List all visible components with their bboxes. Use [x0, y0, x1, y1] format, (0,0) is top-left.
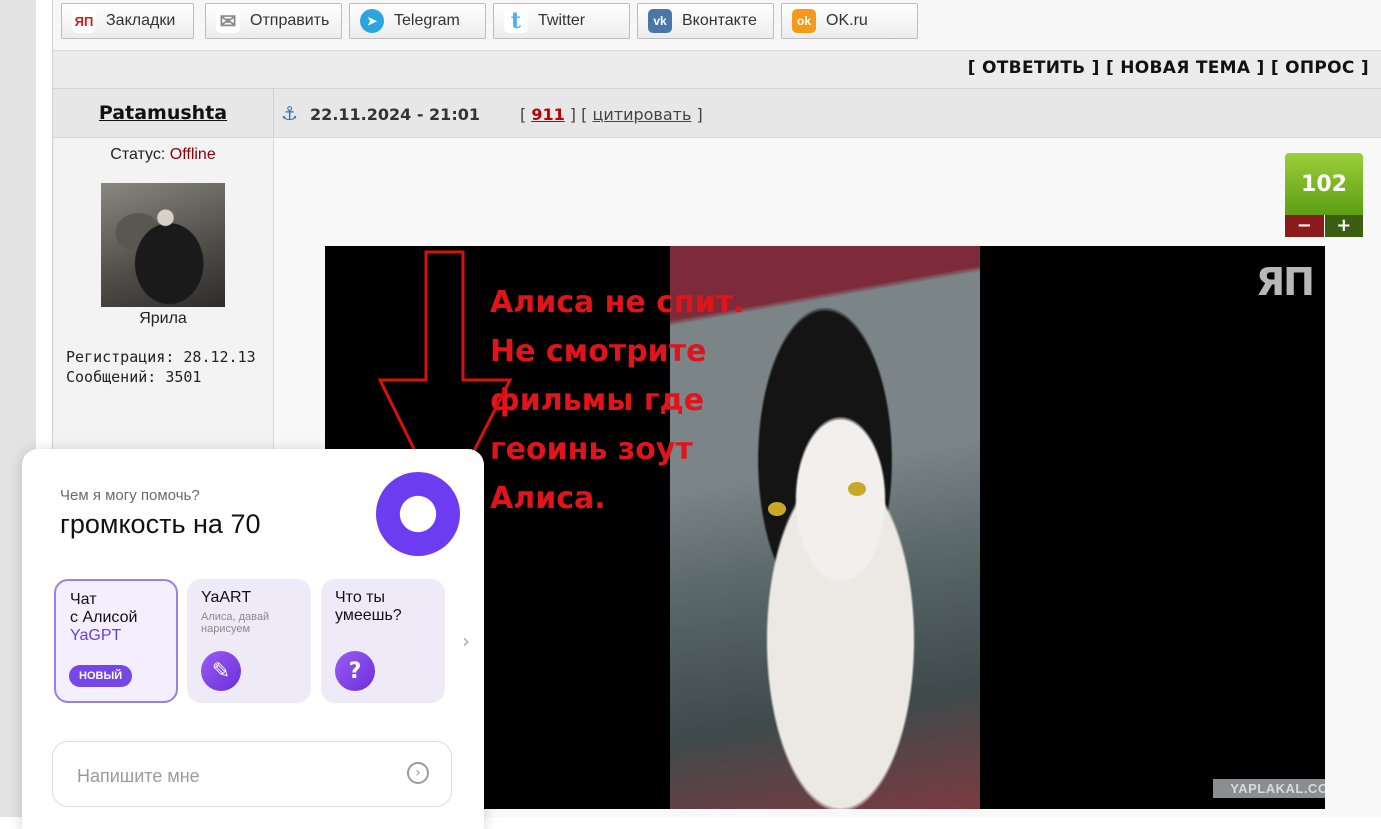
status-label: Статус: [110, 146, 166, 163]
caption-line: Не смотрите [490, 334, 707, 369]
share-button-label: Telegram [394, 12, 460, 29]
alice-assistant-panel: Чем я могу помочь? громкость на 70 Чат с… [22, 449, 484, 829]
card-chat-yagpt[interactable]: Чат с Алисой YaGPT НОВЫЙ [54, 579, 178, 703]
bracket-open: [ [519, 104, 532, 124]
send-arrow-icon[interactable]: › [407, 762, 429, 784]
avatar[interactable] [101, 183, 225, 307]
share-button-label: Twitter [538, 12, 586, 29]
card-title: Что ты умеешь? [335, 589, 402, 624]
author-status: Статус: Offline [53, 146, 273, 164]
card-yaart[interactable]: YaART Алиса, давай нарисуем ✎ [187, 579, 311, 703]
share-button-label: Отправить [250, 12, 330, 29]
cat-eye [848, 482, 866, 496]
chevron-right-icon[interactable]: › [462, 629, 470, 653]
twitter-icon: t [504, 8, 528, 34]
message-count: Сообщений: 3501 [66, 368, 202, 386]
alice-input-box: › [52, 741, 452, 807]
new-badge: НОВЫЙ [69, 665, 133, 687]
share-ok-button[interactable]: ok OK.ru [781, 3, 918, 39]
topic-action-bar: [ ОТВЕТИТЬ ] [ НОВАЯ ТЕМА ] [ ОПРОС ] [53, 51, 1381, 89]
yaplakal-watermark: YAPLAKAL.COM [1213, 779, 1325, 798]
question-icon: ? [335, 651, 375, 691]
post-date: 22.11.2024 - 21:01 [310, 104, 480, 124]
post-rating: 102 − + [1285, 153, 1363, 237]
video-overlay-caption: Алиса не спит. Не смотрите фильмы где ге… [490, 278, 780, 523]
rate-up-button[interactable]: + [1324, 215, 1363, 237]
post-number-link[interactable]: 911 [531, 105, 564, 124]
odnoklassniki-icon: ok [792, 9, 816, 33]
status-value: Offline [169, 146, 216, 163]
post-header: Patamushta ⚓ 22.11.2024 - 21:01 [ 911 ] … [53, 89, 1381, 138]
rating-controls: − + [1285, 215, 1363, 237]
rate-down-button[interactable]: − [1285, 215, 1325, 237]
yap-bookmark-icon: ЯП [72, 9, 96, 33]
alice-orb-icon[interactable] [376, 472, 460, 556]
topic-actions: [ ОТВЕТИТЬ ] [ НОВАЯ ТЕМА ] [ ОПРОС ] [968, 58, 1369, 78]
post-meta: ⚓ 22.11.2024 - 21:01 [ 911 ] [ цитироват… [281, 103, 703, 125]
alice-prompt: Чем я могу помочь? [60, 487, 200, 504]
magic-brush-icon: ✎ [201, 651, 241, 691]
yap-logo: ЯП [1255, 260, 1315, 304]
share-telegram-button[interactable]: ➤ Telegram [349, 3, 486, 39]
poll-link[interactable]: [ ОПРОС ] [1271, 58, 1369, 78]
card-accent: YaGPT [70, 627, 122, 644]
card-what-can-you-do[interactable]: Что ты умеешь? ? [321, 579, 445, 703]
caption-line: фильмы где [490, 383, 705, 418]
alice-message-input[interactable] [75, 760, 399, 792]
alice-recognized-query: громкость на 70 [60, 509, 261, 539]
telegram-icon: ➤ [360, 9, 384, 33]
caption-line: Алиса не спит. [490, 285, 745, 320]
share-bar: ЯП Закладки ✉ Отправить ➤ Telegram t Twi… [53, 0, 1381, 51]
share-email-button[interactable]: ✉ Отправить [205, 3, 342, 39]
caption-line: геоинь зоут [490, 432, 693, 467]
author-name-link[interactable]: Patamushta [99, 102, 227, 124]
registration-date: Регистрация: 28.12.13 [66, 348, 256, 366]
caption-line: Алиса. [490, 481, 606, 516]
bracket-separator: ] [ [564, 104, 593, 124]
reply-link[interactable]: [ ОТВЕТИТЬ ] [968, 58, 1100, 78]
card-title: Чат с Алисой [70, 591, 138, 626]
author-rank: Ярила [139, 310, 187, 327]
rating-value: 102 [1285, 153, 1363, 215]
share-button-label: OK.ru [826, 12, 868, 29]
share-bookmarks-button[interactable]: ЯП Закладки [61, 3, 194, 39]
vk-icon: vk [648, 9, 672, 33]
share-button-label: Закладки [106, 12, 176, 29]
quote-link[interactable]: цитировать [592, 105, 691, 124]
author-cell: Patamushta [53, 89, 274, 137]
new-topic-link[interactable]: [ НОВАЯ ТЕМА ] [1106, 58, 1265, 78]
share-button-label: Вконтакте [682, 12, 757, 29]
author-stats: Регистрация: 28.12.13 Сообщений: 3501 [66, 347, 256, 387]
bracket-close: ] [691, 104, 703, 124]
card-subtitle: Алиса, давай нарисуем [201, 611, 270, 635]
card-title: YaART [201, 589, 252, 606]
anchor-icon[interactable]: ⚓ [281, 103, 298, 125]
share-twitter-button[interactable]: t Twitter [493, 3, 630, 39]
envelope-icon: ✉ [216, 9, 240, 33]
share-vk-button[interactable]: vk Вконтакте [637, 3, 774, 39]
